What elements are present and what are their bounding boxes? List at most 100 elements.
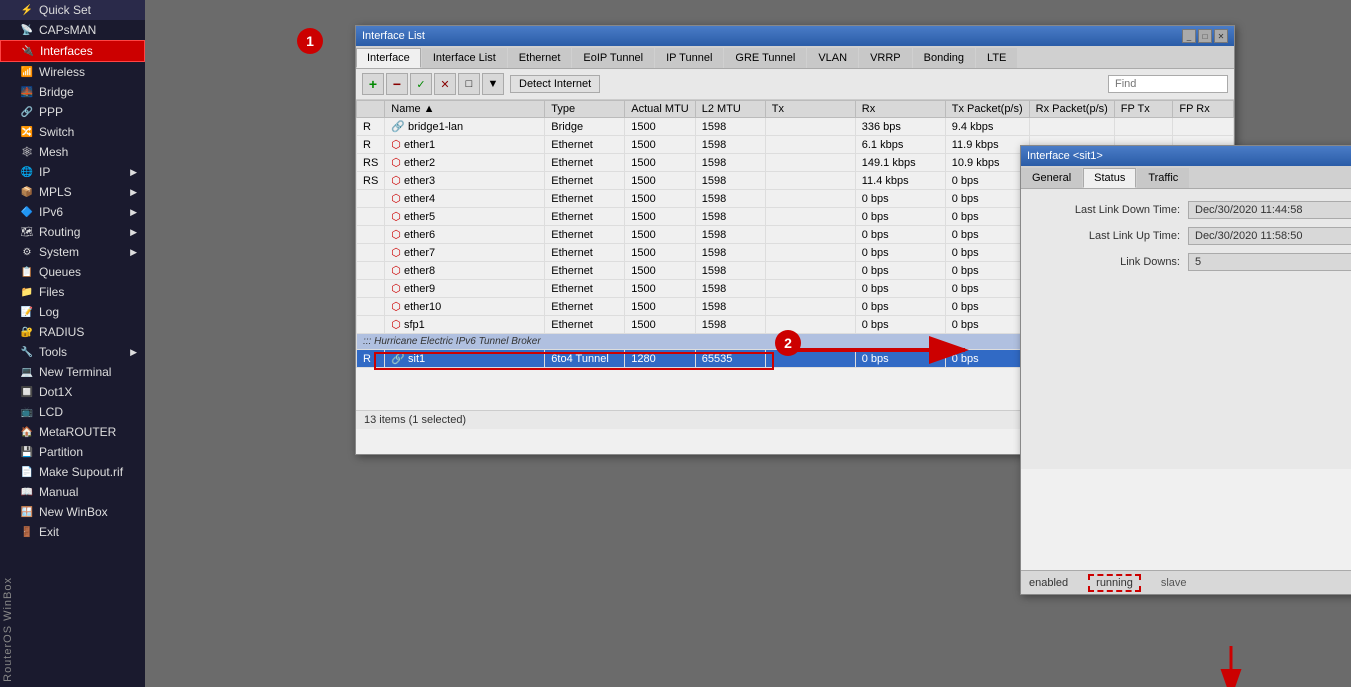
close-button[interactable]: ✕	[1214, 29, 1228, 43]
sidebar-item-bridge[interactable]: 🌉 Bridge	[0, 82, 145, 102]
sidebar-item-lcd[interactable]: 📺 LCD	[0, 402, 145, 422]
row-name: ⬡ ether7	[385, 244, 545, 262]
find-input[interactable]	[1108, 75, 1228, 93]
sidebar-title: RouterOS WinBox	[0, 572, 16, 687]
row-name: ⬡ ether1	[385, 136, 545, 154]
tab-ip-tunnel[interactable]: IP Tunnel	[655, 48, 723, 68]
tab-traffic[interactable]: Traffic	[1137, 168, 1189, 188]
tab-eoip-tunnel[interactable]: EoIP Tunnel	[572, 48, 654, 68]
sidebar-item-capsman[interactable]: 📡 CAPsMAN	[0, 20, 145, 40]
sidebar-item-queues[interactable]: 📋 Queues	[0, 262, 145, 282]
sidebar-item-ip[interactable]: 🌐 IP ▶	[0, 162, 145, 182]
sidebar-item-ppp[interactable]: 🔗 PPP	[0, 102, 145, 122]
row-fp-rx	[1173, 118, 1234, 136]
sidebar-item-label: CAPsMAN	[39, 23, 96, 37]
sidebar-item-quick-set[interactable]: ⚡ Quick Set	[0, 0, 145, 20]
enable-button[interactable]: ✓	[410, 73, 432, 95]
tab-general[interactable]: General	[1021, 168, 1082, 188]
sidebar-item-label: Partition	[39, 445, 83, 459]
sidebar-item-manual[interactable]: 📖 Manual	[0, 482, 145, 502]
remove-button[interactable]: −	[386, 73, 408, 95]
row-type: Bridge	[545, 118, 625, 136]
window-titlebar: Interface List _ □ ✕	[356, 26, 1234, 46]
sidebar-item-system[interactable]: ⚙ System ▶	[0, 242, 145, 262]
sidebar-item-log[interactable]: 📝 Log	[0, 302, 145, 322]
metarouter-icon: 🏠	[20, 425, 34, 439]
sidebar-item-make-supout[interactable]: 📄 Make Supout.rif	[0, 462, 145, 482]
sidebar-item-files[interactable]: 📁 Files	[0, 282, 145, 302]
routing-icon: 🗺	[20, 225, 34, 239]
col-header-fp-rx[interactable]: FP Rx	[1173, 101, 1234, 118]
sidebar-item-metarouter[interactable]: 🏠 MetaROUTER	[0, 422, 145, 442]
sidebar-item-wireless[interactable]: 📶 Wireless	[0, 62, 145, 82]
sidebar-item-mpls[interactable]: 📦 MPLS ▶	[0, 182, 145, 202]
add-button[interactable]: +	[362, 73, 384, 95]
row-l2mtu: 1598	[695, 136, 765, 154]
col-header-fp-tx[interactable]: FP Tx	[1114, 101, 1173, 118]
filter-button[interactable]: ▼	[482, 73, 504, 95]
col-header-name[interactable]: Name ▲	[385, 101, 545, 118]
tab-bonding[interactable]: Bonding	[913, 48, 975, 68]
table-row[interactable]: R 🔗 bridge1-lan Bridge 1500 1598 336 bps…	[357, 118, 1234, 136]
sidebar-item-dot1x[interactable]: 🔲 Dot1X	[0, 382, 145, 402]
switch-icon: 🔀	[20, 125, 34, 139]
col-header-type[interactable]: Type	[545, 101, 625, 118]
disable-button[interactable]: ✕	[434, 73, 456, 95]
row-type: Ethernet	[545, 244, 625, 262]
row-actual-mtu: 1500	[625, 262, 695, 280]
sit1-tabs: General Status Traffic	[1021, 166, 1351, 189]
copy-button[interactable]: □	[458, 73, 480, 95]
sidebar-item-mesh[interactable]: 🕸 Mesh	[0, 142, 145, 162]
sidebar-item-partition[interactable]: 💾 Partition	[0, 442, 145, 462]
col-header-tx-packet[interactable]: Tx Packet(p/s)	[945, 101, 1029, 118]
ppp-icon: 🔗	[20, 105, 34, 119]
row-tx-p: 0 bps	[945, 244, 1029, 262]
radius-icon: 🔐	[20, 325, 34, 339]
sidebar-item-exit[interactable]: 🚪 Exit	[0, 522, 145, 542]
sidebar-item-radius[interactable]: 🔐 RADIUS	[0, 322, 145, 342]
tab-ethernet[interactable]: Ethernet	[508, 48, 572, 68]
sidebar-item-new-winbox[interactable]: 🪟 New WinBox	[0, 502, 145, 522]
tab-vlan[interactable]: VLAN	[807, 48, 858, 68]
tab-vrrp[interactable]: VRRP	[859, 48, 912, 68]
detect-internet-button[interactable]: Detect Internet	[510, 75, 600, 93]
tab-status[interactable]: Status	[1083, 168, 1136, 188]
tab-lte[interactable]: LTE	[976, 48, 1017, 68]
row-type: Ethernet	[545, 226, 625, 244]
col-header-actual-mtu[interactable]: Actual MTU	[625, 101, 695, 118]
arrow-icon: ▶	[130, 187, 137, 198]
sidebar-item-new-terminal[interactable]: 💻 New Terminal	[0, 362, 145, 382]
col-header-tx[interactable]: Tx	[765, 101, 855, 118]
row-l2mtu: 1598	[695, 316, 765, 334]
sidebar-item-label: MetaROUTER	[39, 425, 116, 439]
tab-gre-tunnel[interactable]: GRE Tunnel	[724, 48, 806, 68]
partition-icon: 💾	[20, 445, 34, 459]
row-flag	[357, 280, 385, 298]
sidebar-item-label: Files	[39, 285, 64, 299]
row-name: ⬡ ether9	[385, 280, 545, 298]
col-header-l2mtu[interactable]: L2 MTU	[695, 101, 765, 118]
sidebar-item-routing[interactable]: 🗺 Routing ▶	[0, 222, 145, 242]
main-content: 1 Interface List _ □ ✕ Interface Interfa…	[145, 0, 1351, 687]
row-rx: 0 bps	[855, 350, 945, 368]
maximize-button[interactable]: □	[1198, 29, 1212, 43]
arrow-to-running	[1101, 636, 1301, 687]
ipv6-icon: 🔷	[20, 205, 34, 219]
sidebar-item-ipv6[interactable]: 🔷 IPv6 ▶	[0, 202, 145, 222]
col-header-rx-packet[interactable]: Rx Packet(p/s)	[1029, 101, 1114, 118]
tab-interface-list[interactable]: Interface List	[422, 48, 507, 68]
row-rx: 0 bps	[855, 190, 945, 208]
tab-interface[interactable]: Interface	[356, 48, 421, 68]
sidebar-item-switch[interactable]: 🔀 Switch	[0, 122, 145, 142]
sidebar-item-label: Manual	[39, 485, 78, 499]
sidebar-item-tools[interactable]: 🔧 Tools ▶	[0, 342, 145, 362]
tools-icon: 🔧	[20, 345, 34, 359]
row-rx: 11.4 kbps	[855, 172, 945, 190]
window-tabs: Interface Interface List Ethernet EoIP T…	[356, 46, 1234, 69]
row-tx-p: 10.9 kbps	[945, 154, 1029, 172]
row-name: ⬡ ether8	[385, 262, 545, 280]
arrow-icon: ▶	[130, 347, 137, 358]
col-header-rx[interactable]: Rx	[855, 101, 945, 118]
minimize-button[interactable]: _	[1182, 29, 1196, 43]
sidebar-item-interfaces[interactable]: 🔌 Interfaces	[0, 40, 145, 62]
